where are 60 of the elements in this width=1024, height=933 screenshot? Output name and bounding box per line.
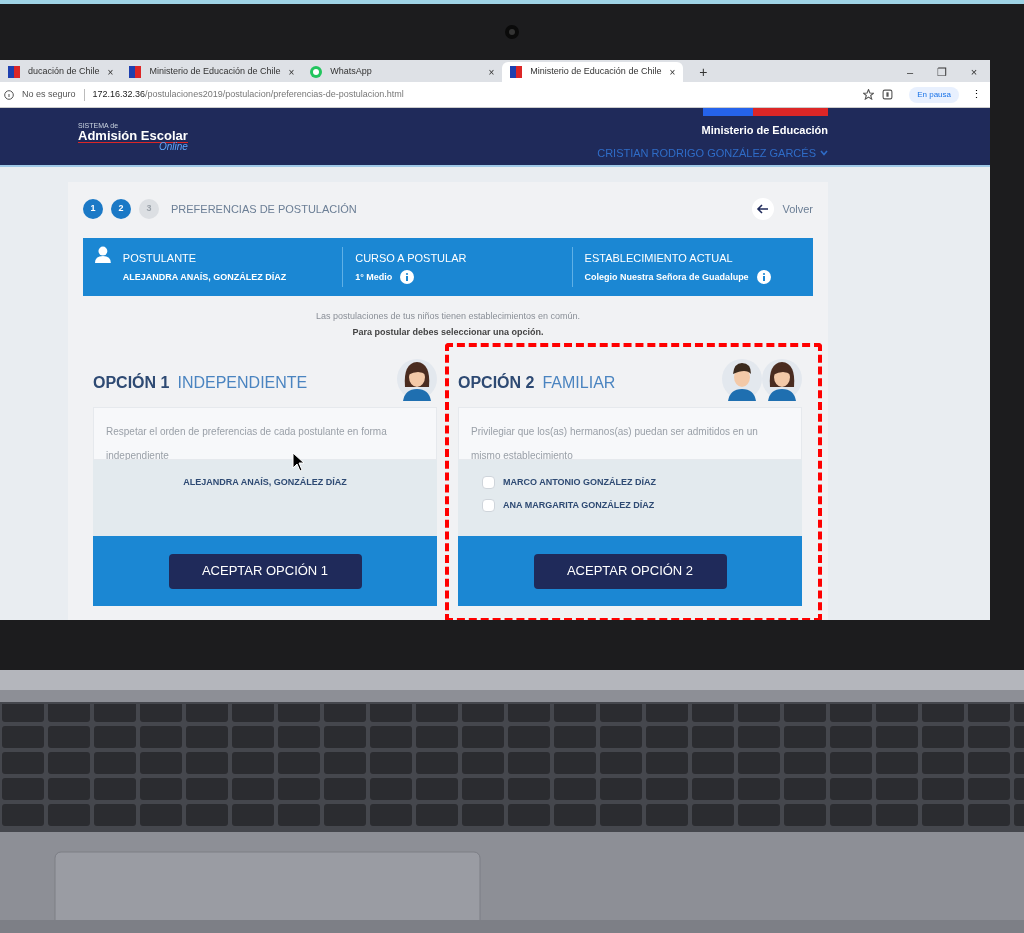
close-icon[interactable]: × — [107, 64, 114, 80]
accept-button[interactable]: ACEPTAR OPCIÓN 1 — [168, 553, 362, 589]
flag-icon — [510, 66, 523, 78]
info-value: ALEJANDRA ANAÍS, GONZÁLEZ DÍAZ — [122, 270, 287, 284]
browser-tab[interactable]: ducación de Chile × — [0, 62, 122, 82]
security-label: No es seguro — [22, 87, 76, 101]
back-button[interactable]: Volver — [752, 198, 813, 220]
flag-icon — [129, 66, 142, 78]
window-control[interactable]: × — [958, 62, 990, 82]
step-indicator: 3 — [139, 199, 159, 219]
window-control[interactable]: – — [894, 62, 926, 82]
new-tab-button[interactable]: + — [691, 62, 716, 82]
option-description: Respetar el orden de preferencias de cada postulante en forma independiente — [106, 426, 387, 461]
info-label: ESTABLECIMIENTO ACTUAL — [584, 250, 734, 266]
student-checkbox[interactable]: MARCO ANTONIO GONZÁLEZ DÍAZ — [482, 476, 778, 490]
chat-icon — [310, 66, 323, 78]
info-label: CURSO A POSTULAR — [355, 250, 468, 266]
browser-tab[interactable]: WhatsApp × — [302, 62, 503, 82]
chevron-down-icon[interactable] — [820, 149, 828, 156]
info-icon[interactable] — [4, 89, 14, 100]
tab-title: Ministerio de Educación de Chile — [530, 65, 662, 79]
ministry-label: Ministerio de Educación — [701, 123, 828, 138]
menu-icon[interactable]: ⋮ — [967, 86, 986, 103]
person-avatar-icon — [722, 357, 762, 401]
notice-text: Para postular debes seleccionar una opción. — [352, 325, 544, 339]
extension-icon[interactable] — [882, 89, 894, 100]
flag-icon — [8, 66, 20, 78]
browser-tab[interactable]: Ministerio de Educación de Chile × — [502, 62, 684, 82]
tab-title: ducación de Chile — [28, 65, 100, 79]
page-title: PREFERENCIAS DE POSTULACIÓN — [171, 201, 357, 217]
notice-text: Las postulaciones de tus niños tienen establecimientos en común. — [315, 310, 581, 323]
student-checkbox[interactable]: ANA MARGARITA GONZÁLEZ DÍAZ — [482, 498, 778, 512]
url-text[interactable]: 172.16.32.36/postulaciones2019/postulacion/preferencias-de-postulacion.html — [92, 87, 856, 102]
close-icon[interactable]: × — [669, 64, 676, 80]
browser-tab[interactable]: Ministerio de Educación de Chile × — [121, 62, 303, 82]
user-icon — [95, 246, 111, 264]
step-indicator: 1 — [83, 199, 103, 219]
tab-title: WhatsApp — [330, 65, 373, 79]
close-icon[interactable]: × — [288, 64, 295, 80]
person-avatar-icon — [762, 357, 802, 401]
person-avatar-icon — [397, 357, 437, 401]
star-icon[interactable] — [863, 89, 875, 100]
accept-button[interactable]: ACEPTAR OPCIÓN 2 — [533, 553, 727, 589]
camera-icon — [505, 25, 519, 39]
option-number: OPCIÓN 1 — [93, 372, 170, 393]
info-label: POSTULANTE — [122, 251, 198, 266]
tab-title: Ministerio de Educación de Chile — [149, 65, 281, 79]
info-icon[interactable] — [756, 270, 771, 285]
info-value: Colegio Nuestra Señora de Guadalupe — [584, 270, 749, 284]
option-description: Privilegiar que los(as) hermanos(as) puedan ser admitidos en un mismo establecimiento — [471, 426, 758, 461]
info-icon[interactable] — [400, 270, 415, 285]
step-indicator: 2 — [111, 199, 131, 219]
window-control[interactable]: ❐ — [926, 62, 958, 82]
student-name: ALEJANDRA ANAÍS, GONZÁLEZ DÍAZ — [182, 476, 348, 489]
close-icon[interactable]: × — [488, 64, 495, 80]
option-name: INDEPENDIENTE — [177, 373, 308, 393]
profile-chip[interactable]: En pausa — [909, 86, 959, 103]
option-number: OPCIÓN 2 — [458, 372, 535, 393]
info-value: 1° Medio — [355, 270, 393, 284]
option-name: FAMILIAR — [542, 373, 616, 393]
